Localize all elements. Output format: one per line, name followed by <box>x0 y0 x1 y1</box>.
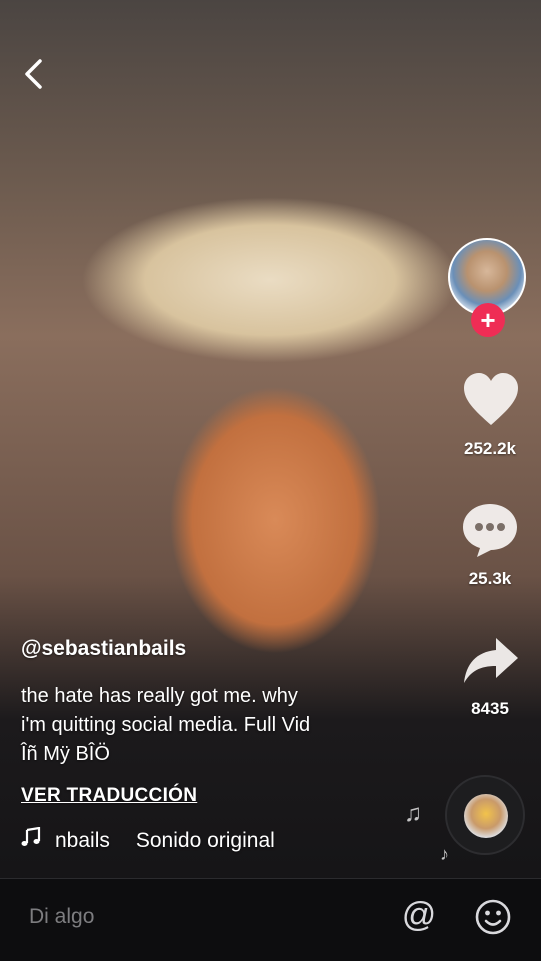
back-chevron-icon[interactable] <box>22 58 44 89</box>
share-arrow-icon[interactable] <box>462 636 520 686</box>
caption-line: Îñ Mÿ BÎÖ <box>21 743 110 765</box>
comments-count: 25.3k <box>468 569 512 588</box>
creator-username[interactable]: @sebastianbails <box>21 637 186 661</box>
follow-plus-button[interactable]: + <box>471 303 505 337</box>
sound-title: Sonido original <box>135 829 275 852</box>
floating-note-icon: ♪ <box>440 844 449 864</box>
shares-count: 8435 <box>471 699 509 718</box>
video-caption: the hate has really got me. why i'm quit… <box>21 682 381 769</box>
comment-bubble-icon[interactable] <box>460 501 520 559</box>
sound-creator: nbails <box>55 829 110 852</box>
sound-disc[interactable] <box>445 775 525 855</box>
music-note-icon <box>21 826 55 853</box>
emoji-icon[interactable] <box>475 899 511 935</box>
at-icon[interactable]: @ <box>400 896 438 934</box>
caption-line: the hate has really got me. why <box>21 685 298 707</box>
likes-count: 252.2k <box>464 439 516 458</box>
sound-ticker[interactable]: nbails Sonido original <box>21 826 275 853</box>
comment-input[interactable]: Di algo <box>29 905 94 929</box>
heart-icon[interactable] <box>461 371 521 427</box>
floating-note-icon: ♫ <box>404 800 422 827</box>
translate-link[interactable]: VER TRADUCCIÓN <box>21 785 197 807</box>
caption-line: i'm quitting social media. Full Vid <box>21 714 311 736</box>
sound-disc-cover <box>464 794 508 838</box>
